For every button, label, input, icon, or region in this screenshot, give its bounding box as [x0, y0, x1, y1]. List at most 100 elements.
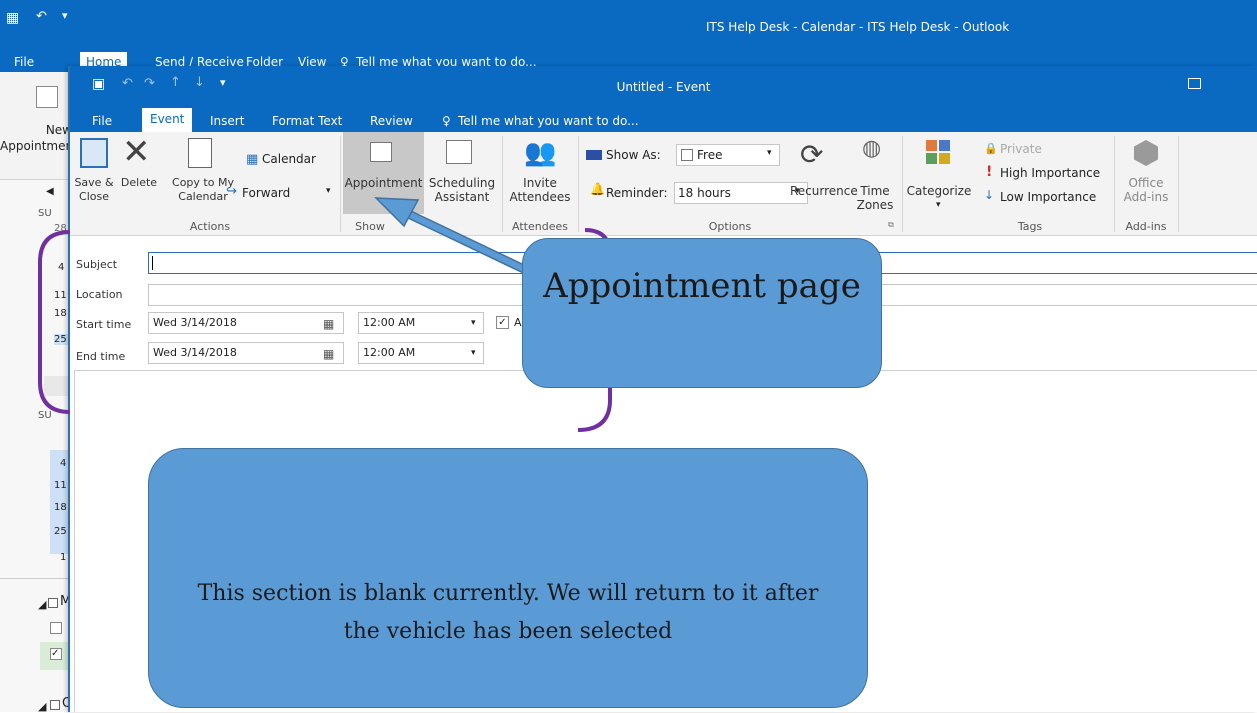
folder-checkbox[interactable]: [48, 598, 58, 608]
group-separator: [1178, 136, 1179, 232]
date-cell[interactable]: 11: [54, 290, 67, 301]
event-tab-file[interactable]: File: [92, 110, 112, 132]
group-addins: Add-ins: [1125, 220, 1167, 233]
scheduling-assistant-icon[interactable]: [446, 140, 472, 164]
free-color-swatch: [681, 149, 693, 161]
blank-section-callout: This section is blank currently. We will…: [148, 448, 868, 708]
event-tab-insert[interactable]: Insert: [210, 110, 244, 132]
date-cell[interactable]: 1: [60, 552, 66, 563]
invite-attendees-icon[interactable]: 👥: [524, 138, 556, 168]
low-importance-icon: ↓: [984, 188, 995, 202]
event-tab-review[interactable]: Review: [370, 110, 413, 132]
group-options: Options: [708, 220, 752, 233]
save-close-button[interactable]: Save & Close: [72, 176, 116, 204]
end-date-input[interactable]: Wed 3/14/2018 ▦: [148, 342, 344, 364]
invite-attendees-button[interactable]: Invite Attendees: [504, 176, 576, 204]
date-cell[interactable]: 25: [54, 526, 67, 537]
low-importance-button[interactable]: Low Importance: [1000, 190, 1096, 204]
date-cell[interactable]: 28: [54, 223, 67, 234]
start-date-value: Wed 3/14/2018: [153, 316, 237, 329]
undo-icon[interactable]: ↶: [36, 9, 47, 24]
expand-icon[interactable]: ◢: [38, 598, 46, 611]
ribbon-display-options-icon[interactable]: [1188, 78, 1201, 89]
chevron-down-icon[interactable]: ▾: [767, 148, 772, 158]
private-lock-icon: 🔒: [984, 142, 998, 155]
start-date-input[interactable]: Wed 3/14/2018 ▦: [148, 312, 344, 334]
group-separator: [902, 136, 903, 232]
options-launcher-icon[interactable]: ⧉: [888, 220, 894, 230]
calendar-picker-icon[interactable]: ▦: [323, 314, 334, 334]
save-close-icon[interactable]: [80, 138, 108, 168]
delete-icon[interactable]: ✕: [122, 132, 151, 172]
reminder-label: Reminder:: [606, 186, 668, 200]
office-addins-button[interactable]: Office Add-ins: [1120, 176, 1172, 204]
event-tab-format-text[interactable]: Format Text: [272, 110, 342, 132]
outer-ribbon: New Appointment: [0, 72, 78, 180]
appointment-icon[interactable]: [370, 142, 392, 162]
show-as-icon: [586, 150, 602, 160]
recurrence-button[interactable]: Recurrence: [790, 184, 858, 198]
event-tell-me[interactable]: Tell me what you want to do...: [458, 110, 639, 132]
outer-tab-file[interactable]: File: [14, 52, 34, 72]
copy-to-calendar-icon[interactable]: [188, 138, 212, 168]
qat-dropdown-icon[interactable]: ▾: [62, 9, 68, 22]
end-time-value: 12:00 AM: [363, 346, 416, 359]
group-separator: [502, 136, 503, 232]
group-separator: [578, 136, 579, 232]
other-checkbox[interactable]: [50, 700, 60, 710]
outer-title-bar: ▦ ↶ ▾ ITS Help Desk - Calendar - ITS Hel…: [0, 0, 1257, 50]
delete-button[interactable]: Delete: [118, 176, 160, 190]
reminder-value: 18 hours: [678, 186, 731, 200]
reminder-select[interactable]: 18 hours ▾: [674, 182, 808, 204]
date-cell[interactable]: 4: [58, 262, 64, 273]
chevron-down-icon[interactable]: ▾: [471, 313, 476, 333]
start-time-label: Start time: [76, 318, 132, 331]
group-show: Show: [355, 220, 385, 233]
calendar-small-icon: ▦: [246, 152, 259, 167]
categorize-button[interactable]: Categorize: [904, 184, 974, 198]
categorize-icon[interactable]: [926, 140, 950, 164]
prev-month-icon[interactable]: ◀: [46, 186, 54, 197]
pane-divider: [0, 578, 70, 579]
weekday-header: SU: [38, 208, 52, 219]
event-ribbon-tabs: [70, 104, 1257, 132]
time-zones-globe-icon[interactable]: ◍: [862, 136, 881, 161]
calendar-checkbox[interactable]: [50, 622, 62, 634]
date-cell[interactable]: 4: [60, 458, 66, 469]
expand-icon[interactable]: ◢: [38, 700, 46, 713]
group-attendees: Attendees: [512, 220, 568, 233]
date-cell[interactable]: 18: [54, 308, 67, 319]
date-cell[interactable]: 18: [54, 502, 67, 513]
new-appointment-label[interactable]: New Appointment: [0, 122, 78, 154]
office-addins-icon[interactable]: [1134, 140, 1158, 166]
calendar-picker-icon[interactable]: ▦: [323, 344, 334, 364]
date-cell[interactable]: 11: [54, 480, 67, 491]
calendar-button[interactable]: Calendar: [262, 152, 316, 166]
recurrence-icon[interactable]: ⟳: [800, 138, 823, 171]
categorize-dropdown-icon[interactable]: ▾: [936, 200, 941, 210]
chevron-down-icon[interactable]: ▾: [471, 343, 476, 363]
event-ribbon: Save & Close ✕ Delete Copy to My Calenda…: [70, 132, 1257, 236]
group-separator: [340, 136, 341, 232]
event-tab-event[interactable]: Event: [142, 108, 193, 132]
all-day-checkbox[interactable]: ✓: [496, 316, 509, 329]
subject-label: Subject: [76, 258, 118, 271]
forward-dropdown-icon[interactable]: ▾: [326, 186, 331, 196]
end-time-select[interactable]: 12:00 AM ▾: [358, 342, 484, 364]
show-as-select[interactable]: Free ▾: [676, 144, 780, 166]
new-appointment-icon[interactable]: [36, 86, 58, 108]
show-as-value: Free: [697, 148, 723, 162]
group-tags: Tags: [1017, 220, 1043, 233]
start-time-select[interactable]: 12:00 AM ▾: [358, 312, 484, 334]
high-importance-icon: !: [986, 164, 993, 180]
outer-window-title: ITS Help Desk - Calendar - ITS Help Desk…: [706, 20, 1010, 34]
high-importance-button[interactable]: High Importance: [1000, 166, 1100, 180]
forward-button[interactable]: Forward: [242, 186, 290, 200]
time-zones-button[interactable]: Time Zones: [856, 184, 894, 212]
reminder-bell-icon: 🔔: [590, 182, 605, 196]
appointment-button[interactable]: Appointment: [343, 176, 424, 190]
checked-calendar-checkbox[interactable]: ✓: [50, 648, 62, 660]
event-lightbulb-icon: ♀: [442, 114, 451, 128]
private-button[interactable]: Private: [1000, 142, 1042, 156]
scheduling-assistant-button[interactable]: Scheduling Assistant: [426, 176, 498, 204]
